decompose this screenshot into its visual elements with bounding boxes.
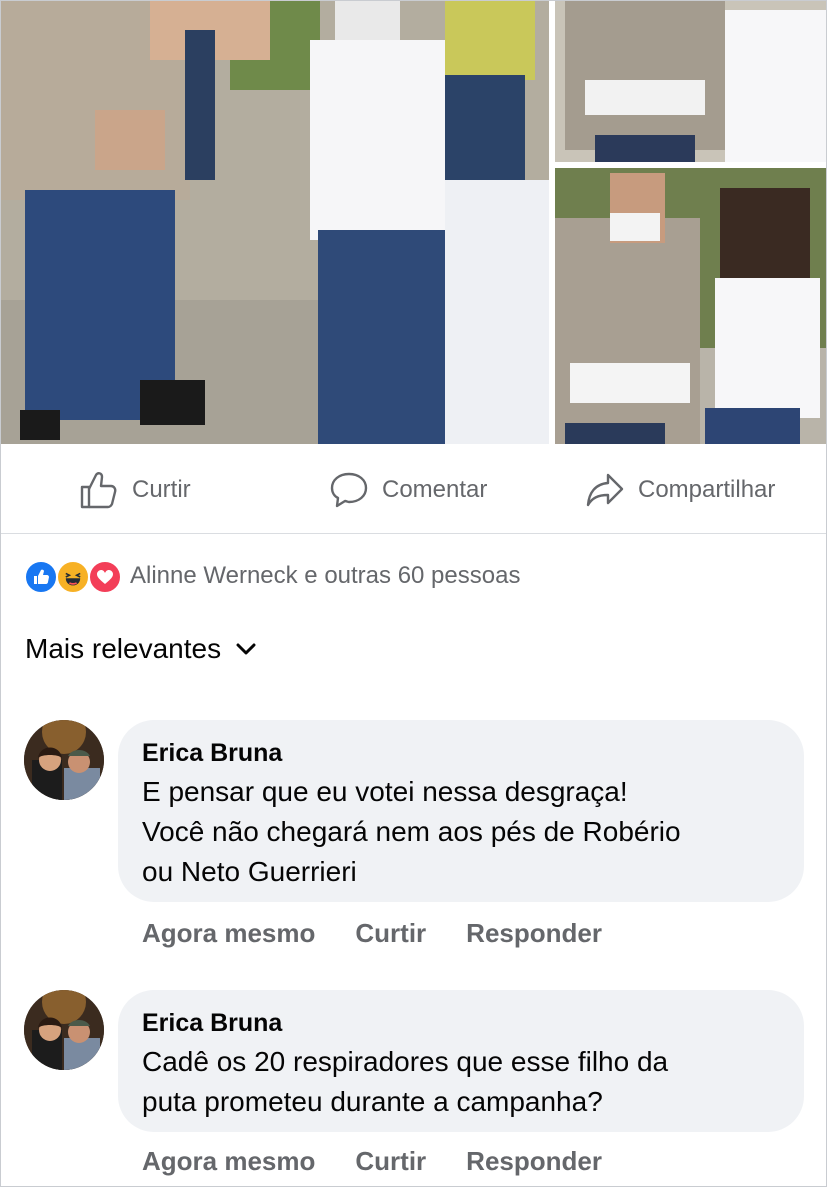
comment-bubble: Erica Bruna E pensar que eu votei nessa … — [118, 720, 804, 902]
like-button[interactable]: Curtir — [78, 446, 191, 534]
comment-reply-button[interactable]: Responder — [466, 918, 602, 949]
comment-timestamp: Agora mesmo — [142, 1146, 316, 1176]
photo-main[interactable] — [0, 0, 549, 444]
reactions-summary-text: Alinne Werneck e outras 60 pessoas — [130, 562, 521, 589]
reactions-summary[interactable]: Alinne Werneck e outras 60 pessoas — [24, 556, 520, 596]
like-button-label: Curtir — [132, 476, 191, 503]
comment-reply-button[interactable]: Responder — [466, 1146, 602, 1177]
comment-bubble-icon — [330, 472, 368, 508]
avatar[interactable] — [24, 720, 104, 800]
chevron-down-icon — [236, 643, 256, 655]
photo-top-right[interactable] — [555, 0, 827, 162]
comment-text-line: E pensar que eu votei nessa desgraça! — [142, 776, 628, 807]
comment-like-button[interactable]: Curtir — [355, 918, 426, 949]
love-reaction-icon — [88, 560, 122, 594]
comment-sort-label: Mais relevantes — [25, 633, 222, 664]
haha-reaction-icon — [56, 560, 90, 594]
comment-text: E pensar que eu votei nessa desgraça! Vo… — [142, 772, 780, 892]
avatar[interactable] — [24, 990, 104, 1070]
share-button-label: Compartilhar — [638, 476, 776, 503]
comment-button-label: Comentar — [382, 476, 488, 503]
post-action-bar: Curtir Comentar Compartilhar — [0, 446, 827, 534]
comment-meta: Agora mesmo Curtir Responder — [142, 1146, 602, 1177]
comment-meta: Agora mesmo Curtir Responder — [142, 918, 602, 949]
comment-text-line: ou Neto Guerrieri — [142, 856, 357, 887]
comment-like-button[interactable]: Curtir — [355, 1146, 426, 1177]
comment-text: Cadê os 20 respiradores que esse filho d… — [142, 1042, 780, 1122]
reaction-icons — [24, 558, 124, 594]
comment-text-line: Você não chegará nem aos pés de Robério — [142, 816, 681, 847]
thumbs-up-icon — [80, 472, 117, 509]
comment-text-line: puta prometeu durante a campanha? — [142, 1086, 603, 1117]
comment-text-line: Cadê os 20 respiradores que esse filho d… — [142, 1046, 669, 1077]
photo-bottom-right[interactable] — [555, 168, 827, 444]
comment-bubble: Erica Bruna Cadê os 20 respiradores que … — [118, 990, 804, 1132]
comment-button[interactable]: Comentar — [328, 446, 487, 534]
share-arrow-icon — [586, 473, 624, 507]
comment-author[interactable]: Erica Bruna — [142, 738, 780, 768]
like-reaction-icon — [24, 560, 58, 594]
comment-author[interactable]: Erica Bruna — [142, 1008, 780, 1038]
comment-timestamp: Agora mesmo — [142, 918, 316, 948]
comment-sort-dropdown[interactable]: Mais relevantes — [25, 633, 257, 665]
share-button[interactable]: Compartilhar — [584, 446, 775, 534]
photo-collage — [0, 0, 827, 444]
